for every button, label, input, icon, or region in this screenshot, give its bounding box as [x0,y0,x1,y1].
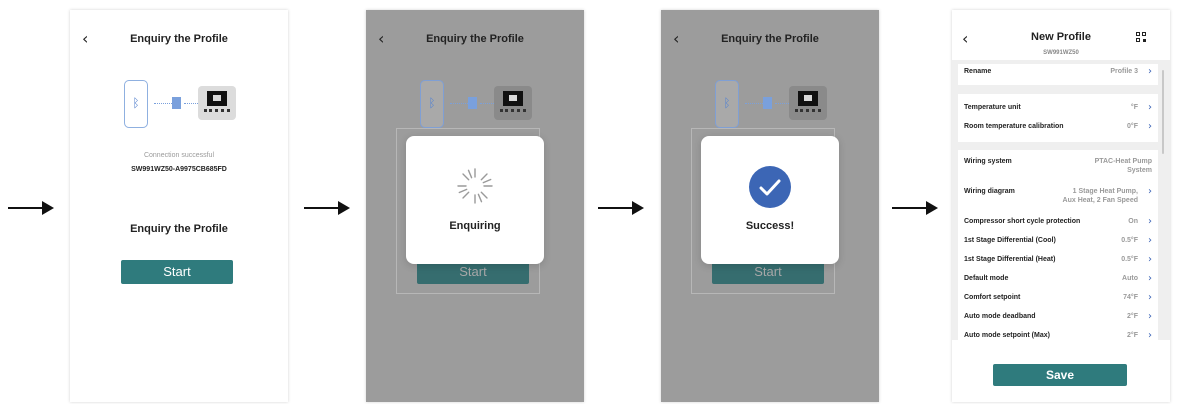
flow-arrow-1 [8,201,54,215]
chevron-right-icon: › [1148,311,1152,322]
setting-row-rename[interactable]: Rename Profile 3 › [958,64,1158,85]
setting-label: Auto mode deadband [964,313,1036,320]
chevron-right-icon: › [1148,292,1152,303]
screen-enquiring: ‹ Enquiry the Profile ᛒ Start Enquiring [366,10,584,402]
setting-value: 2°F [1127,313,1138,320]
setting-label: Temperature unit [964,104,1021,111]
data-flow-line [154,103,174,104]
setting-row-room-calibration[interactable]: Room temperature calibration 0°F › [958,119,1158,138]
qr-code-icon[interactable] [1136,32,1147,43]
phone-device-icon: ᛒ [420,80,444,128]
bluetooth-icon: ᛒ [723,96,731,110]
setting-row-comfort-setpoint[interactable]: Comfort setpoint 74°F › [958,290,1158,309]
setting-value: Auto [1122,275,1138,282]
setting-label: 1st Stage Differential (Heat) [964,256,1056,263]
setting-value: On [1128,218,1138,225]
chevron-right-icon: › [1148,102,1152,113]
settings-card-name: Rename Profile 3 › [958,64,1158,85]
scrollbar[interactable] [1162,70,1164,154]
setting-row-auto-setpoint-max[interactable]: Auto mode setpoint (Max) 2°F › [958,328,1158,340]
document-icon [468,97,477,109]
document-icon [172,97,181,109]
setting-row-default-mode[interactable]: Default mode Auto › [958,271,1158,290]
setting-value: 0.5°F [1121,256,1138,263]
setting-row-diff-heat[interactable]: 1st Stage Differential (Heat) 0.5°F › [958,252,1158,271]
screen-enquiry-connected: ‹ Enquiry the Profile ᛒ Connection succe… [70,10,288,402]
thermostat-icon [789,86,827,120]
setting-row-temperature-unit[interactable]: Temperature unit °F › [958,100,1158,119]
page-title: Enquiry the Profile [721,33,819,45]
setting-value: 1 Stage Heat Pump, Aux Heat, 2 Fan Speed [1062,188,1138,204]
screen-new-profile: ‹ New Profile SW991WZ50 Rename Profile 3… [952,10,1170,402]
setting-value: 0.5°F [1121,237,1138,244]
setting-value: 74°F [1123,294,1138,301]
settings-card-temperature: Temperature unit °F › Room temperature c… [958,94,1158,142]
connection-illustration: ᛒ [70,80,288,136]
setting-row-diff-cool[interactable]: 1st Stage Differential (Cool) 0.5°F › [958,233,1158,252]
device-id-text: SW991WZ50-A9975CB685FD [131,166,227,173]
bluetooth-icon: ᛒ [428,96,436,110]
setting-label: Auto mode setpoint (Max) [964,332,1050,339]
phone-device-icon: ᛒ [124,80,148,128]
flow-stage: ‹ Enquiry the Profile ᛒ Connection succe… [0,0,1180,404]
loading-spinner-icon [457,168,493,204]
setting-row-auto-deadband[interactable]: Auto mode deadband 2°F › [958,309,1158,328]
setting-label: Compressor short cycle protection [964,218,1081,225]
flow-arrow-3 [598,201,644,215]
chevron-right-icon: › [1148,186,1152,197]
chevron-right-icon: › [1148,66,1152,77]
chevron-right-icon: › [1148,273,1152,284]
success-dialog: Success! [701,136,839,264]
data-flow-line [450,103,470,104]
data-flow-line [745,103,765,104]
setting-row-wiring-diagram[interactable]: Wiring diagram 1 Stage Heat Pump, Aux He… [958,184,1158,214]
chevron-right-icon: › [1148,216,1152,227]
setting-value: Profile 3 [1110,68,1138,75]
document-icon [763,97,772,109]
setting-row-compressor[interactable]: Compressor short cycle protection On › [958,214,1158,233]
chevron-right-icon: › [1148,121,1152,132]
section-heading: Enquiry the Profile [130,223,228,235]
thermostat-icon [494,86,532,120]
status-message: Success! [745,220,795,232]
status-message: Enquiring [449,220,501,232]
thermostat-icon [198,86,236,120]
connection-status-text: Connection successful [143,152,215,159]
setting-value: PTAC-Heat Pump System [1094,158,1152,174]
setting-label: Rename [964,68,992,75]
setting-value: °F [1130,104,1138,111]
phone-device-icon: ᛒ [715,80,739,128]
setting-label: Room temperature calibration [964,123,1064,130]
page-title: Enquiry the Profile [426,33,524,45]
device-model-text: SW991WZ50 [1043,50,1079,56]
setting-label: Comfort setpoint [964,294,1021,301]
setting-row-wiring-system[interactable]: Wiring system PTAC-Heat Pump System [958,154,1158,184]
screen-success: ‹ Enquiry the Profile ᛒ Start Success! [661,10,879,402]
chevron-right-icon: › [1148,235,1152,246]
chevron-right-icon: › [1148,330,1152,340]
start-button[interactable]: Start [121,260,233,284]
setting-label: 1st Stage Differential (Cool) [964,237,1056,244]
setting-label: Wiring diagram [964,188,1015,195]
setting-value: 0°F [1127,123,1138,130]
success-check-icon [749,166,791,208]
setting-label: Wiring system [964,158,1012,165]
flow-arrow-2 [304,201,350,215]
setting-value: 2°F [1127,332,1138,339]
chevron-right-icon: › [1148,254,1152,265]
enquiring-dialog: Enquiring [406,136,544,264]
settings-card-system: Wiring system PTAC-Heat Pump System Wiri… [958,150,1158,340]
settings-list[interactable]: Rename Profile 3 › Temperature unit °F ›… [952,60,1170,340]
bluetooth-icon: ᛒ [132,96,140,110]
save-button[interactable]: Save [993,364,1127,386]
setting-label: Default mode [964,275,1009,282]
flow-arrow-4 [892,201,938,215]
page-title: Enquiry the Profile [130,33,228,45]
